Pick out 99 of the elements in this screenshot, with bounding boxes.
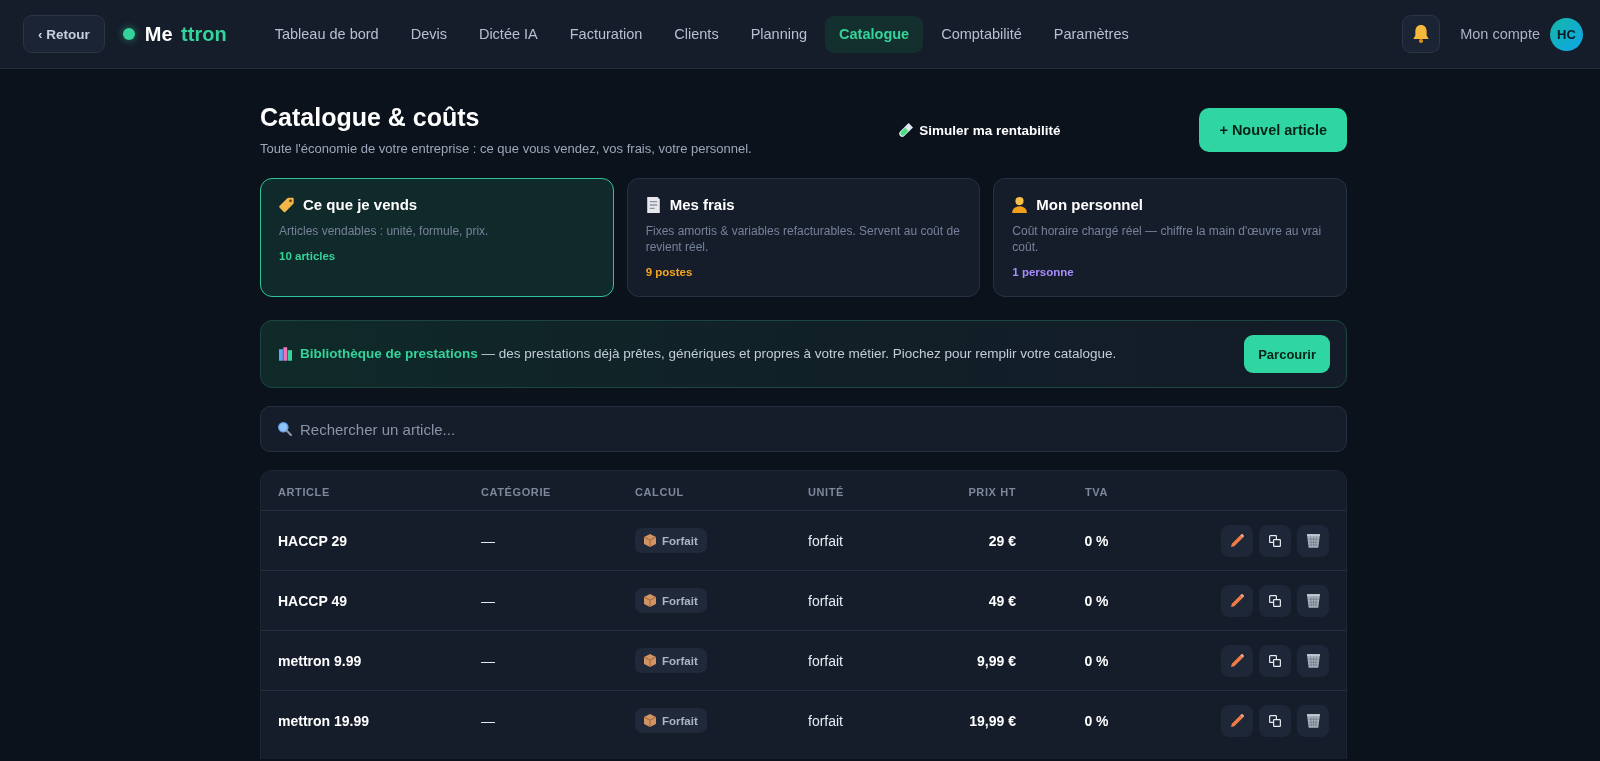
- delete-button[interactable]: [1297, 584, 1329, 617]
- user-avatar[interactable]: HC: [1550, 17, 1583, 51]
- package-icon: [644, 654, 656, 667]
- trash-icon: [1306, 713, 1320, 728]
- pencil-icon: [1230, 714, 1244, 727]
- card-description: Articles vendables : unité, formule, prix.: [279, 223, 490, 239]
- logo-text: Me ttron: [144, 22, 227, 46]
- table-cell: —: [481, 592, 495, 609]
- nav-tab[interactable]: Tableau de bord: [260, 15, 393, 53]
- pencil-icon: [1230, 534, 1244, 547]
- column-header: PRIX HT: [968, 485, 1016, 498]
- table-cell: 0 %: [1084, 592, 1109, 609]
- table-cell: HACCP 29: [278, 532, 347, 549]
- duplicate-button[interactable]: [1259, 524, 1291, 557]
- card-count: 10 articles: [279, 249, 337, 264]
- test-tube-icon: [899, 123, 914, 137]
- browse-button[interactable]: Parcourir: [1244, 335, 1330, 373]
- nav-tab[interactable]: Dictée IA: [464, 15, 552, 53]
- edit-button[interactable]: [1221, 704, 1253, 737]
- calculation-label: Forfait: [662, 714, 698, 727]
- delete-button[interactable]: [1297, 704, 1329, 737]
- calculation-label: Forfait: [662, 654, 698, 667]
- page-title: Catalogue & coûts: [260, 102, 481, 132]
- nav-tab[interactable]: Catalogue: [825, 15, 924, 53]
- search-icon: [278, 422, 292, 436]
- column-header: TVA: [1085, 485, 1108, 498]
- column-header: UNITÉ: [808, 485, 844, 498]
- copy-icon: [1269, 534, 1281, 547]
- package-icon: [644, 534, 656, 547]
- section-card[interactable]: Ce que je vends Articles vendables : unité, formule, prix. 10 articles: [260, 178, 614, 297]
- simulate-button[interactable]: Simuler ma rentabilité: [887, 114, 1073, 146]
- package-icon: [644, 714, 656, 727]
- table-cell: HACCP 49: [278, 592, 347, 609]
- person-icon: [1012, 197, 1028, 213]
- account-label[interactable]: Mon compte: [1460, 26, 1540, 42]
- edit-button[interactable]: [1221, 524, 1253, 557]
- notifications-button[interactable]: [1402, 15, 1441, 53]
- nav-tab[interactable]: Facturation: [555, 15, 657, 53]
- table-cell: 0 %: [1084, 652, 1109, 669]
- calculation-label: Forfait: [662, 534, 698, 547]
- banner-text: Bibliothèque de prestations — des prestations déjà prêtes, génériques et propres à votre métier. Piochez pour remplir votre catalogue.: [300, 345, 1118, 363]
- card-count: 1 personne: [1012, 265, 1075, 280]
- trash-icon: [1306, 533, 1320, 548]
- delete-button[interactable]: [1297, 644, 1329, 677]
- back-button[interactable]: ‹ Retour: [23, 15, 105, 53]
- card-title: Mon personnel: [1036, 195, 1143, 215]
- nav-tab[interactable]: Paramètres: [1039, 15, 1143, 53]
- section-card[interactable]: Mon personnel Coût horaire chargé réel — chiffre la main d'œuvre au vrai coût. 1 personne: [993, 178, 1347, 297]
- column-header: CATÉGORIE: [481, 485, 551, 498]
- table-cell: mettron 19.99: [278, 712, 370, 729]
- table-cell: forfait: [808, 712, 843, 729]
- copy-icon: [1269, 654, 1281, 667]
- trash-icon: [1306, 593, 1320, 608]
- nav-tab[interactable]: Planning: [736, 15, 822, 53]
- nav-tab[interactable]: Devis: [396, 15, 461, 53]
- table-cell: —: [481, 532, 495, 549]
- pencil-icon: [1230, 594, 1244, 607]
- bell-icon: [1413, 25, 1430, 43]
- copy-icon: [1269, 594, 1281, 607]
- page-icon: [645, 197, 661, 213]
- card-title: Mes frais: [669, 195, 735, 215]
- page-subtitle: Toute l'économie de votre entreprise : ce que vous vendez, vos frais, votre personnel.: [260, 140, 752, 158]
- books-icon: [279, 347, 292, 361]
- table-cell: 19,99 €: [969, 712, 1016, 729]
- column-header: CALCUL: [635, 485, 684, 498]
- pencil-icon: [1230, 654, 1244, 667]
- table-cell: —: [481, 652, 495, 669]
- nav-tab[interactable]: Comptabilité: [927, 15, 1036, 53]
- calculation-label: Forfait: [662, 594, 698, 607]
- tag-icon: [279, 197, 294, 213]
- card-description: Fixes amortis & variables refacturables. Servent au coût de revient réel.: [645, 223, 961, 255]
- package-icon: [644, 594, 656, 607]
- table-cell: 0 %: [1084, 532, 1109, 549]
- table-cell: 0 %: [1084, 712, 1109, 729]
- delete-button[interactable]: [1297, 524, 1329, 557]
- edit-button[interactable]: [1221, 644, 1253, 677]
- table-cell: 29 €: [988, 532, 1016, 549]
- section-card[interactable]: Mes frais Fixes amortis & variables refacturables. Servent au coût de revient réel. 9 postes: [626, 178, 981, 297]
- card-description: Coût horaire chargé réel — chiffre la main d'œuvre au vrai coût.: [1012, 223, 1323, 255]
- table-cell: —: [481, 712, 495, 729]
- card-count: 9 postes: [645, 265, 694, 280]
- new-article-button[interactable]: + Nouvel article: [1199, 108, 1347, 152]
- nav-tab[interactable]: Clients: [660, 15, 733, 53]
- table-cell: 9,99 €: [977, 652, 1016, 669]
- edit-button[interactable]: [1221, 584, 1253, 617]
- table-cell: mettron 9.99: [278, 652, 362, 669]
- column-header: ARTICLE: [278, 485, 330, 498]
- trash-icon: [1306, 653, 1320, 668]
- logo-dot-icon: [122, 28, 135, 40]
- table-cell: forfait: [808, 652, 843, 669]
- search-field[interactable]: Rechercher un article...: [260, 406, 1347, 452]
- duplicate-button[interactable]: [1259, 644, 1291, 677]
- duplicate-button[interactable]: [1259, 704, 1291, 737]
- table-cell: 49 €: [988, 592, 1016, 609]
- table-cell: forfait: [808, 532, 843, 549]
- duplicate-button[interactable]: [1259, 584, 1291, 617]
- copy-icon: [1269, 714, 1281, 727]
- table-cell: forfait: [808, 592, 843, 609]
- card-title: Ce que je vends: [303, 195, 418, 215]
